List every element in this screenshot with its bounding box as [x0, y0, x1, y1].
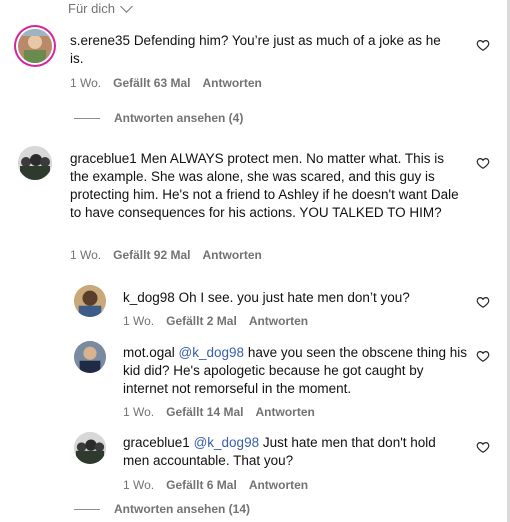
reply-button[interactable]: Antworten [203, 248, 262, 262]
reply-meta: 1 Wo. Gefällt 2 Mal Antworten [123, 314, 308, 328]
comment-likes[interactable]: Gefällt 92 Mal [113, 248, 190, 262]
comment-username[interactable]: graceblue1 [70, 151, 137, 166]
comment-time: 1 Wo. [70, 76, 102, 90]
reply-button[interactable]: Antworten [249, 478, 308, 492]
reply-text: mot.ogal @k_dog98 have you seen the obsc… [123, 344, 468, 398]
feed-selector[interactable]: Für dich [68, 0, 133, 16]
feed-selector-label: Für dich [68, 0, 115, 16]
reply-time: 1 Wo. [123, 478, 155, 492]
comment-text: s.erene35 Defending him? You’re just as … [70, 32, 455, 68]
comment-meta: 1 Wo. Gefällt 92 Mal Antworten [70, 248, 262, 262]
reply-likes[interactable]: Gefällt 6 Mal [166, 478, 237, 492]
reply-time: 1 Wo. [123, 405, 155, 419]
view-replies-label: Antworten ansehen (14) [114, 502, 251, 516]
reply-body: Oh I see. you just hate men don’t you? [178, 290, 410, 305]
reply-username[interactable]: mot.ogal [123, 345, 175, 360]
comment-meta: 1 Wo. Gefällt 63 Mal Antworten [70, 76, 262, 90]
mention-link[interactable]: @k_dog98 [179, 345, 245, 360]
heart-outline-icon[interactable] [476, 156, 490, 170]
reply-likes[interactable]: Gefällt 14 Mal [166, 405, 243, 419]
avatar[interactable] [74, 341, 106, 373]
heart-outline-icon[interactable] [476, 349, 490, 363]
heart-outline-icon[interactable] [476, 38, 490, 52]
reply-button[interactable]: Antworten [249, 314, 308, 328]
mention-link[interactable]: @k_dog98 [194, 435, 260, 450]
comment-text: graceblue1 Men ALWAYS protect men. No ma… [70, 150, 460, 222]
reply-body: have you seen the obscene thing his kid … [123, 345, 467, 396]
reply-button[interactable]: Antworten [256, 405, 315, 419]
heart-outline-icon[interactable] [476, 295, 490, 309]
divider-line [74, 117, 100, 119]
view-replies-button[interactable]: Antworten ansehen (14) [74, 502, 250, 516]
reply-text: graceblue1 @k_dog98 Just hate men that d… [123, 434, 463, 470]
reply-meta: 1 Wo. Gefällt 14 Mal Antworten [123, 405, 315, 419]
view-replies-button[interactable]: Antworten ansehen (4) [74, 111, 243, 125]
reply-username[interactable]: k_dog98 [123, 290, 175, 305]
avatar[interactable] [18, 146, 52, 180]
reply-likes[interactable]: Gefällt 2 Mal [166, 314, 237, 328]
comment-username[interactable]: s.erene35 [70, 33, 130, 48]
heart-outline-icon[interactable] [476, 440, 490, 454]
reply-username[interactable]: graceblue1 [123, 435, 190, 450]
reply-time: 1 Wo. [123, 314, 155, 328]
avatar[interactable] [74, 285, 106, 317]
avatar[interactable] [74, 432, 106, 464]
comment-time: 1 Wo. [70, 248, 102, 262]
reply-button[interactable]: Antworten [203, 76, 262, 90]
reply-meta: 1 Wo. Gefällt 6 Mal Antworten [123, 478, 308, 492]
comment-likes[interactable]: Gefällt 63 Mal [113, 76, 190, 90]
view-replies-label: Antworten ansehen (4) [114, 111, 244, 125]
chevron-down-icon [120, 0, 133, 13]
reply-text: k_dog98 Oh I see. you just hate men don’… [123, 289, 463, 307]
divider-line [74, 508, 100, 510]
avatar[interactable] [18, 29, 52, 63]
